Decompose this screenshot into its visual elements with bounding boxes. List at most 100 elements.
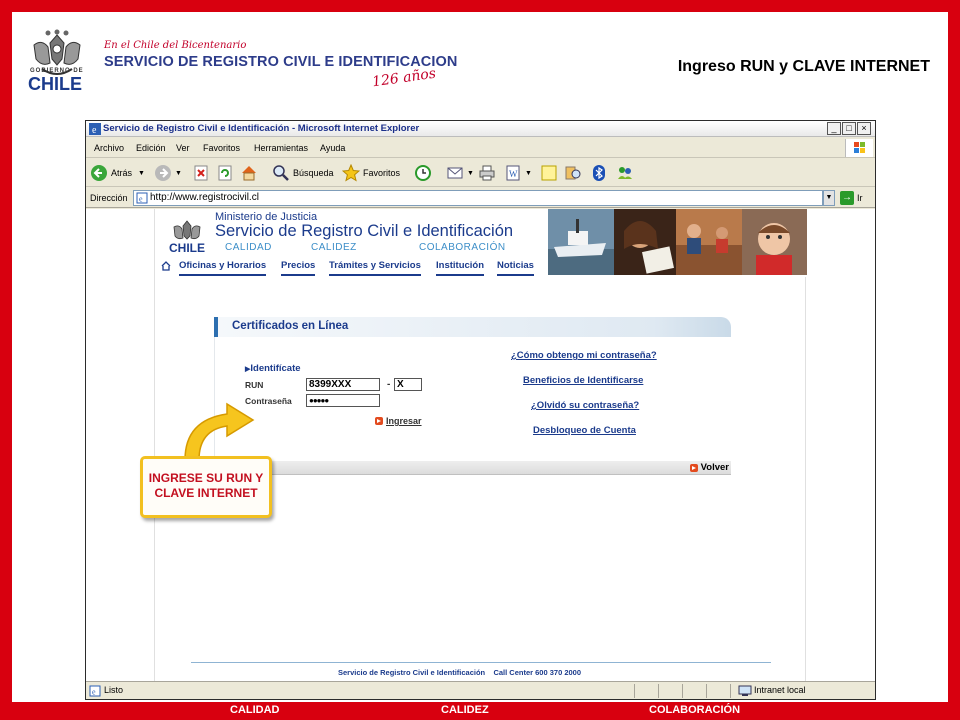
menu-favoritos[interactable]: Favoritos (203, 143, 240, 153)
woman-reading-photo (614, 209, 676, 275)
status-divider (658, 684, 659, 698)
search-button[interactable]: Búsqueda (272, 163, 334, 183)
svg-text:W: W (509, 169, 518, 179)
password-input[interactable]: ●●●●● (306, 394, 380, 407)
run-label: RUN (245, 380, 264, 390)
messenger-button[interactable] (616, 163, 637, 183)
browser-toolbar: Atrás ▼ ▼ Búsqueda Favoritos ▼ W ▼ (86, 159, 875, 187)
word-doc-icon: W (506, 165, 520, 181)
panel-header: Certificados en Línea (214, 317, 731, 337)
run-input[interactable]: 8399XXX (306, 378, 380, 391)
footer-colaboracion: COLABORACIÓN (649, 704, 741, 716)
go-button[interactable]: → Ir (840, 191, 863, 205)
menu-ver[interactable]: Ver (176, 143, 190, 153)
instruction-callout: INGRESE SU RUN Y CLAVE INTERNET (140, 456, 272, 518)
site-header: CHILE Ministerio de Justicia Servicio de… (155, 209, 807, 277)
svg-text:e: e (92, 688, 96, 697)
stop-button[interactable] (192, 163, 213, 183)
slide-canvas: GOBIERNO DE CHILE En el Chile del Bicent… (12, 12, 948, 702)
edit-button[interactable]: W ▼ (504, 163, 532, 183)
history-button[interactable] (414, 163, 435, 183)
menu-bar: Archivo Edición Ver Favoritos Herramient… (86, 138, 875, 158)
svg-text:e: e (139, 195, 143, 204)
help-link-benefits[interactable]: Beneficios de Identificarse (523, 375, 643, 386)
site-footer: Servicio de Registro Civil e Identificac… (338, 668, 582, 677)
panel-body: ▶Identifícate RUN 8399XXX - X Contraseña… (214, 337, 731, 461)
service-title: SERVICIO DE REGISTRO CIVIL E IDENTIFICAC… (104, 54, 458, 70)
login-button[interactable]: Ingresar (375, 416, 422, 426)
site-title: Servicio de Registro Civil e Identificac… (215, 222, 514, 240)
address-bar: Dirección e http://www.registrocivil.cl … (86, 188, 875, 208)
back-arrow-icon (91, 165, 107, 181)
page-done-icon: e (89, 685, 101, 697)
site-slogan: COLABORACIÓN (419, 242, 506, 253)
status-bar: e Listo Intranet local (86, 681, 875, 699)
browser-titlebar[interactable]: e Servicio de Registro Civil e Identific… (86, 121, 875, 137)
menu-ayuda[interactable]: Ayuda (320, 143, 345, 153)
site-nav: Oficinas y Horarios Precios Trámites y S… (155, 259, 550, 277)
bluetooth-icon (593, 165, 605, 181)
security-zone: Intranet local (754, 685, 806, 695)
maximize-button[interactable]: □ (842, 122, 856, 135)
slide-footer: CALIDAD CALIDEZ COLABORACIÓN (0, 702, 960, 720)
go-arrow-icon: → (840, 191, 854, 205)
login-panel: Certificados en Línea ▶Identifícate RUN … (214, 317, 731, 479)
nav-oficinas[interactable]: Oficinas y Horarios (179, 260, 267, 276)
home-button[interactable] (240, 163, 261, 183)
menu-archivo[interactable]: Archivo (94, 143, 124, 153)
favorites-star-icon (342, 164, 360, 182)
refresh-button[interactable] (216, 163, 237, 183)
nav-precios[interactable]: Precios (281, 260, 316, 276)
run-dash: - (387, 379, 391, 390)
help-link-how-get-password[interactable]: ¿Cómo obtengo mi contraseña? (511, 350, 657, 361)
site-slogan: CALIDEZ (311, 242, 357, 253)
history-icon (415, 165, 431, 181)
menu-herramientas[interactable]: Herramientas (254, 143, 308, 153)
callout-line-2: CLAVE INTERNET (154, 486, 258, 500)
mail-icon (447, 167, 463, 179)
nav-noticias[interactable]: Noticias (497, 260, 534, 276)
minimize-button[interactable]: _ (827, 122, 841, 135)
address-dropdown-button[interactable]: ▼ (823, 190, 835, 206)
home-nav-icon[interactable] (161, 261, 171, 271)
office-counter-photo (676, 209, 742, 275)
research-button[interactable] (564, 163, 585, 183)
status-text: Listo (104, 685, 124, 695)
discuss-button[interactable] (540, 163, 561, 183)
panel-title: Certificados en Línea (232, 320, 349, 332)
address-input[interactable]: e http://www.registrocivil.cl (133, 190, 823, 206)
forward-button[interactable]: ▼ (154, 163, 182, 183)
page-icon: e (136, 192, 148, 204)
forward-arrow-icon (155, 165, 171, 181)
help-link-unlock-account[interactable]: Desbloqueo de Cuenta (533, 425, 636, 436)
printer-icon (479, 165, 495, 181)
address-label: Dirección (90, 193, 128, 203)
nav-tramites[interactable]: Trámites y Servicios (329, 260, 421, 276)
status-divider (682, 684, 683, 698)
search-icon (273, 165, 289, 181)
intranet-zone-icon (738, 685, 752, 696)
nav-institucion[interactable]: Institución (436, 260, 485, 276)
bluetooth-button[interactable] (590, 163, 611, 183)
status-divider (706, 684, 707, 698)
mail-button[interactable]: ▼ (446, 163, 474, 183)
back-button[interactable]: Atrás ▼ (90, 163, 145, 183)
print-button[interactable] (478, 163, 499, 183)
panel-footer: Volver (214, 461, 731, 475)
home-icon (242, 166, 256, 181)
refresh-icon (218, 165, 232, 181)
identify-link[interactable]: ▶Identifícate (245, 363, 301, 374)
status-divider (634, 684, 635, 698)
site-logo-text: CHILE (169, 241, 205, 255)
svg-text:e: e (92, 125, 97, 135)
close-button[interactable]: × (857, 122, 871, 135)
menu-edicion[interactable]: Edición (136, 143, 166, 153)
ie-icon: e (89, 123, 101, 135)
site-footer-divider (191, 662, 771, 663)
child-photo (742, 209, 807, 275)
browser-title: Servicio de Registro Civil e Identificac… (103, 123, 420, 134)
favorites-button[interactable]: Favoritos (342, 163, 400, 183)
back-link[interactable]: Volver (689, 462, 729, 473)
run-check-digit-input[interactable]: X (394, 378, 422, 391)
help-link-forgot-password[interactable]: ¿Olvidó su contraseña? (531, 400, 639, 411)
